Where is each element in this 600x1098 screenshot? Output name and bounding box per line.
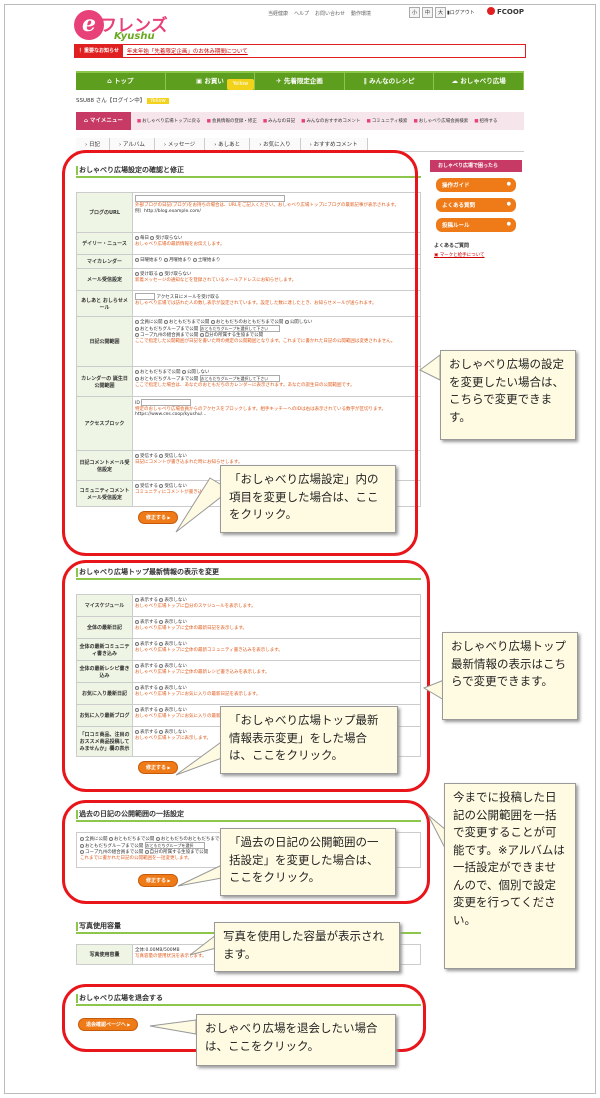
callout-arrow xyxy=(149,1019,197,1035)
callout-arrow xyxy=(189,933,217,956)
callout-arrow xyxy=(177,864,223,887)
callout-bulk-privacy-button: 「過去の日記の公開範囲の一括設定」を変更した場合は、ここをクリック。 xyxy=(220,828,396,896)
callout-arrow xyxy=(422,679,445,701)
callout-bulk-privacy: 今までに投稿した日記の公開範囲を一括で変更することが可能です。※アルバムは一括設… xyxy=(444,783,576,969)
callout-settings-button: 「おしゃべり広場設定」内の項目を変更した場合は、ここをクリック。 xyxy=(220,465,396,533)
callout-settings: おしゃべり広場の設定を変更したい場合は、こちらで変更できます。 xyxy=(440,350,576,440)
callout-top-info: おしゃべり広場トップ最新情報の表示はこちらで変更できます。 xyxy=(442,632,578,720)
callout-arrow xyxy=(419,354,441,381)
callout-photo-usage: 写真を使用した容量が表示されます。 xyxy=(214,922,400,972)
callout-top-info-button: 「おしゃべり広場トップ最新情報表示変更」をした場合は、ここをクリック。 xyxy=(220,706,398,774)
callout-withdraw: おしゃべり広場を退会したい場合は、ここをクリック。 xyxy=(196,1014,396,1066)
